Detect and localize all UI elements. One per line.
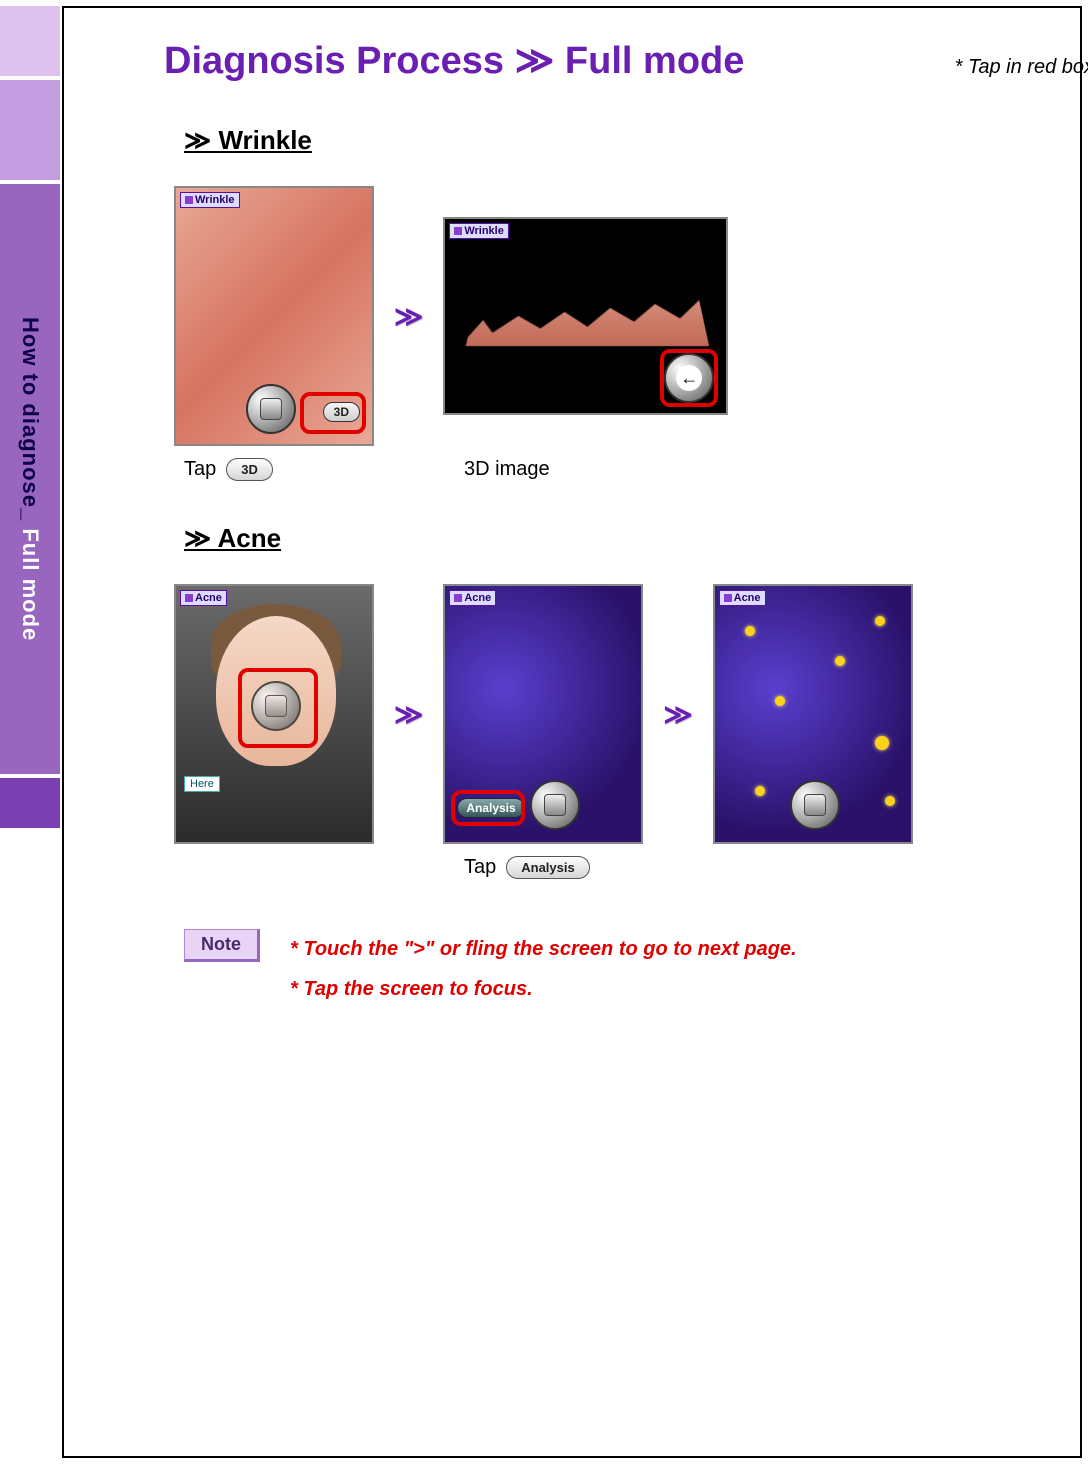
wrinkle-screen-3d: Wrinkle ← — [443, 217, 728, 415]
sidebar-label: How to diagnose_ Full mode — [17, 317, 43, 641]
sidebar-tab-active[interactable]: How to diagnose_ Full mode — [0, 184, 60, 774]
sidebar-label-part2: Full mode — [18, 528, 43, 641]
here-tag: Here — [184, 776, 220, 792]
note-text: * Touch the ">" or fling the screen to g… — [290, 929, 797, 1009]
acne-marker — [745, 626, 755, 636]
acne-badge-1: Acne — [180, 590, 227, 606]
page-frame: Diagnosis Process ≫ Full mode * Tap in r… — [62, 6, 1082, 1458]
red-highlight-back — [660, 349, 718, 407]
red-highlight-3d — [300, 392, 366, 434]
stop-icon-2 — [544, 794, 566, 816]
step-arrow-icon: ≫ — [394, 300, 423, 333]
sidebar-tab-1[interactable] — [0, 6, 60, 76]
acne-badge-2: Acne — [449, 590, 496, 606]
stop-icon — [260, 398, 282, 420]
acne-screen-raw: Acne Analysis — [443, 584, 643, 844]
sidebar-tab-4[interactable] — [0, 778, 60, 828]
acne-marker — [875, 736, 889, 750]
sidebar-tab-2[interactable] — [0, 80, 60, 180]
acne-screen-position: Acne Here — [174, 584, 374, 844]
step-arrow-icon-3: ≫ — [663, 698, 692, 731]
capture-button-acne-2[interactable] — [790, 780, 840, 830]
acne-marker — [835, 656, 845, 666]
note-line-2: * Tap the screen to focus. — [290, 969, 797, 1009]
legend-text: * Tap in red box — [955, 56, 1088, 79]
acne-marker — [875, 616, 885, 626]
section-heading-acne: ≫ Acne — [184, 523, 1088, 554]
red-highlight-tap — [238, 668, 318, 748]
3d-pill-caption: 3D — [226, 458, 273, 481]
wrinkle-badge-2: Wrinkle — [449, 223, 509, 239]
wrinkle-screen-capture: Wrinkle 3D — [174, 186, 374, 446]
red-highlight-analysis — [451, 790, 525, 826]
capture-button[interactable] — [246, 384, 296, 434]
note-badge: Note — [184, 929, 260, 962]
acne-screen-result: Acne — [713, 584, 913, 844]
capture-button-acne[interactable] — [530, 780, 580, 830]
tap-label-wrinkle: Tap — [184, 458, 216, 481]
wrinkle-badge: Wrinkle — [180, 192, 240, 208]
note-line-1: * Touch the ">" or fling the screen to g… — [290, 929, 797, 969]
step-arrow-icon-2: ≫ — [394, 698, 423, 731]
acne-marker — [775, 696, 785, 706]
acne-marker — [755, 786, 765, 796]
acne-marker — [885, 796, 895, 806]
analysis-pill-caption: Analysis — [506, 856, 589, 879]
skin-3d-render — [466, 268, 709, 346]
acne-badge-3: Acne — [719, 590, 766, 606]
sidebar-label-part1: How to diagnose_ — [18, 317, 43, 528]
page-title: Diagnosis Process ≫ Full mode — [164, 38, 744, 83]
section-heading-wrinkle: ≫ Wrinkle — [184, 125, 1088, 156]
3d-image-label: 3D image — [464, 458, 550, 481]
stop-icon-3 — [804, 794, 826, 816]
tap-label-acne: Tap — [464, 856, 496, 879]
